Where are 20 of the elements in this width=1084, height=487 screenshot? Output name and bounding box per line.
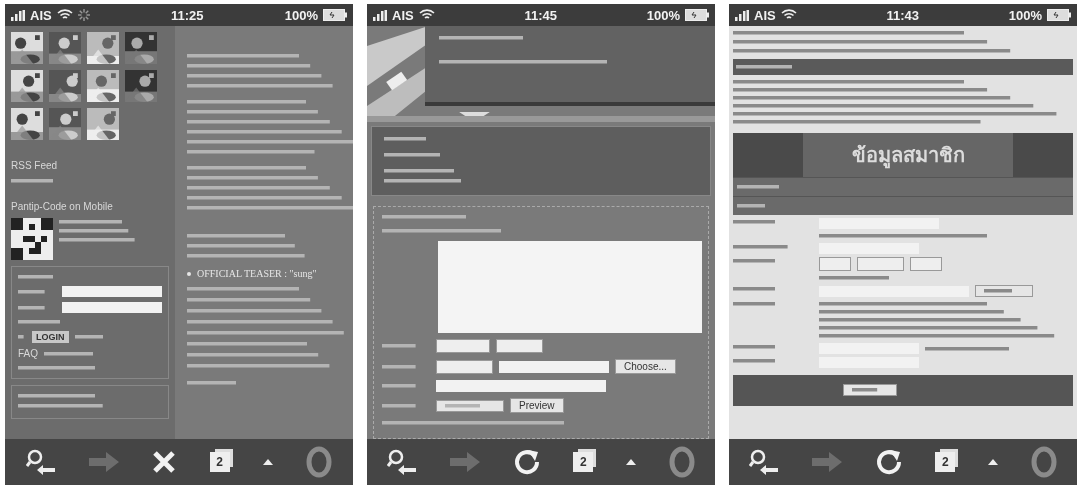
carrier-name: AIS (30, 7, 52, 23)
carrier-name: AIS (754, 7, 776, 23)
battery-percent: 100% (284, 7, 318, 23)
clock-time: 11:45 (523, 7, 558, 23)
choose-button[interactable]: Choose... (615, 359, 676, 374)
clock-time: 11:43 (885, 7, 920, 23)
faq-link[interactable]: FAQ (18, 348, 38, 359)
carrier-name: AIS (392, 7, 414, 23)
clock-time: 11:25 (169, 7, 205, 23)
preview-button[interactable]: Preview (510, 398, 564, 413)
tabs-button[interactable]: 2 (935, 452, 956, 472)
tabs-button[interactable]: 2 (573, 452, 594, 472)
battery-percent: 100% (1008, 7, 1042, 23)
rss-feed-title: RSS Feed (11, 160, 59, 171)
mobile-code-title: Pantip-Code on Mobile (11, 201, 114, 212)
list-item-text: OFFICIAL TEASER : "sung" (197, 268, 317, 279)
tabs-button[interactable]: 2 (209, 452, 230, 472)
battery-percent: 100% (646, 7, 680, 23)
login-button[interactable]: LOGIN (32, 331, 69, 343)
section-title: ข้อมูลสมาชิก (803, 133, 1013, 177)
